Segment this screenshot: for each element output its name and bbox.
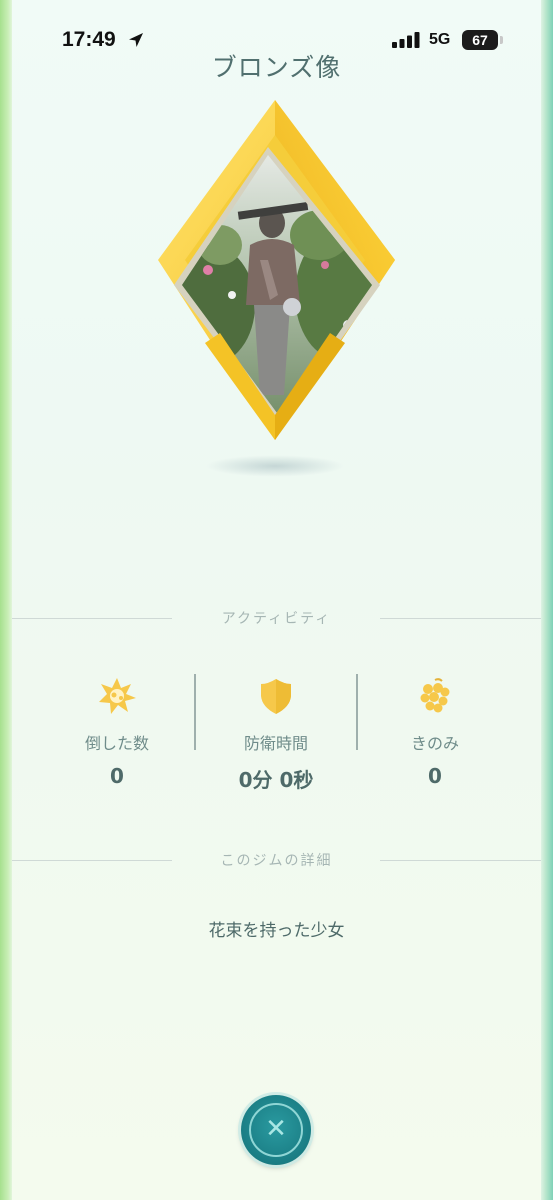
gym-badge[interactable]: [150, 95, 400, 450]
stat-label: きのみ: [410, 734, 459, 753]
details-divider: このジムの詳細: [12, 850, 541, 870]
battery-indicator: 67: [462, 30, 503, 50]
activity-section-label: アクティビティ: [221, 611, 332, 627]
network-type: 5G: [429, 31, 451, 48]
stat-defeated: 倒した数 0: [37, 670, 197, 788]
badge-shadow: [205, 455, 345, 477]
activity-stats: 倒した数 0 防衛時間 0分 0秒 きのみ 0: [12, 670, 541, 800]
berry-icon: [420, 678, 450, 713]
close-button[interactable]: ✕: [241, 1095, 311, 1165]
close-icon: ✕: [265, 1114, 287, 1144]
stat-berries: きのみ 0: [355, 670, 515, 788]
shield-icon: [261, 679, 291, 714]
location-arrow-icon: [129, 33, 143, 47]
burst-icon: [99, 678, 136, 714]
stat-defense-time: 防衛時間 0分 0秒: [196, 670, 356, 793]
details-section-label: このジムの詳細: [220, 853, 333, 869]
stat-label: 倒した数: [84, 734, 149, 753]
stat-value: 0: [110, 764, 124, 788]
gym-description: 花束を持った少女: [208, 921, 345, 941]
stat-value: 0分 0秒: [238, 768, 314, 792]
stat-value: 0: [428, 764, 442, 788]
signal-icon: [392, 32, 420, 48]
activity-divider: アクティビティ: [12, 608, 541, 628]
gym-name: ブロンズ像: [211, 53, 342, 82]
stat-label: 防衛時間: [243, 734, 308, 753]
gym-photo: [182, 155, 372, 417]
